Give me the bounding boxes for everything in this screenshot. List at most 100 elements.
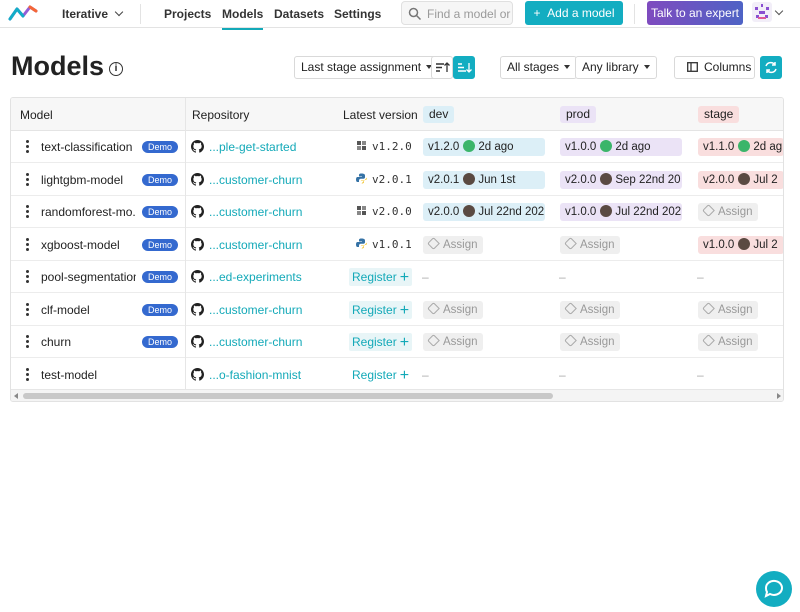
- sort-select[interactable]: Last stage assignment: [294, 56, 440, 79]
- assign-stage-dev-button[interactable]: Assign: [423, 300, 483, 319]
- row-menu-icon[interactable]: [26, 335, 29, 349]
- row-menu-icon[interactable]: [26, 205, 29, 219]
- latest-version[interactable]: v2.0.0: [372, 205, 412, 218]
- assigned-time: Sep 22nd 20: [615, 173, 681, 186]
- stage-version: v1.0.0: [703, 238, 735, 251]
- table-row[interactable]: lightgbm-model Demo ...customer-churn v2.0.…: [11, 164, 783, 196]
- caret-down-icon: [643, 65, 650, 69]
- repository-link[interactable]: ...ple-get-started: [209, 140, 296, 154]
- user-avatar-icon: [600, 172, 613, 185]
- refresh-button[interactable]: [760, 56, 782, 79]
- repository-link[interactable]: ...customer-churn: [209, 303, 302, 317]
- sort-ascending-button[interactable]: [431, 56, 453, 79]
- repository-link[interactable]: ...customer-churn: [209, 335, 302, 349]
- model-name[interactable]: randomforest-mo...: [41, 205, 136, 219]
- repository-link[interactable]: ...ed-experiments: [209, 270, 302, 284]
- nav-settings[interactable]: Settings: [334, 7, 381, 21]
- register-button[interactable]: Register +: [349, 300, 413, 319]
- register-button[interactable]: Register +: [349, 366, 412, 384]
- user-avatar[interactable]: [751, 1, 773, 23]
- assigned-time: 2d ago: [615, 141, 651, 153]
- scrollbar-thumb[interactable]: [23, 393, 553, 399]
- assign-stage-prod-button[interactable]: Assign: [560, 333, 620, 351]
- header-stage-prod[interactable]: prod: [560, 106, 597, 123]
- empty-cell: –: [422, 270, 429, 284]
- assign-stage-stage-button[interactable]: Assign: [698, 203, 758, 221]
- model-name[interactable]: clf-model: [41, 303, 136, 317]
- nav-datasets[interactable]: Datasets: [274, 7, 324, 21]
- model-name[interactable]: xgboost-model: [41, 238, 136, 252]
- stage-stage-assignment[interactable]: v1.1.0 2d ag: [698, 138, 783, 156]
- scroll-left-icon[interactable]: [14, 393, 18, 399]
- stage-prod-assignment[interactable]: v1.0.0 2d ago: [560, 138, 682, 156]
- assign-stage-prod-button[interactable]: Assign: [560, 235, 620, 254]
- assigned-time: Jul 2: [753, 173, 778, 186]
- org-switcher[interactable]: Iterative: [62, 7, 124, 21]
- assign-stage-stage-button[interactable]: Assign: [698, 333, 758, 351]
- register-button[interactable]: Register +: [349, 333, 413, 351]
- assign-stage-stage-button[interactable]: Assign: [698, 300, 758, 319]
- header-repository[interactable]: Repository: [192, 108, 249, 122]
- latest-version[interactable]: v1.0.1: [372, 238, 412, 251]
- scroll-right-icon[interactable]: [777, 393, 781, 399]
- library-filter[interactable]: Any library: [575, 56, 657, 79]
- repository-link[interactable]: ...customer-churn: [209, 205, 302, 219]
- row-menu-icon[interactable]: [26, 367, 29, 382]
- assign-label: Assign: [443, 336, 478, 348]
- row-menu-icon[interactable]: [26, 302, 29, 317]
- stage-dev-assignment[interactable]: v2.0.1 Jun 1st: [423, 170, 545, 189]
- row-menu-icon[interactable]: [26, 237, 29, 252]
- table-row[interactable]: text-classification Demo ...ple-get-starte…: [11, 131, 783, 163]
- iterative-logo-icon[interactable]: [8, 3, 38, 25]
- sort-descending-button[interactable]: [453, 56, 475, 79]
- repository-link[interactable]: ...o-fashion-mnist: [209, 368, 301, 382]
- assign-stage-dev-button[interactable]: Assign: [423, 235, 483, 254]
- columns-button[interactable]: Columns: [674, 56, 755, 79]
- table-row[interactable]: clf-model Demo ...customer-churn Register + A…: [11, 294, 783, 326]
- table-row[interactable]: churn Demo ...customer-churn Register + Assig…: [11, 326, 783, 358]
- horizontal-scrollbar[interactable]: [11, 389, 783, 401]
- divider: [140, 4, 141, 24]
- repository-link[interactable]: ...customer-churn: [209, 238, 302, 252]
- github-icon: [191, 270, 204, 283]
- table-row[interactable]: randomforest-mo... Demo ...customer-churn v…: [11, 196, 783, 228]
- stages-filter[interactable]: All stages: [500, 56, 578, 79]
- user-avatar-icon: [738, 140, 751, 152]
- talk-to-expert-button[interactable]: Talk to an expert: [647, 1, 743, 25]
- header-latest-version[interactable]: Latest version: [343, 108, 418, 122]
- latest-version[interactable]: v1.2.0: [372, 140, 412, 153]
- model-name[interactable]: test-model: [41, 368, 136, 382]
- nav-projects[interactable]: Projects: [164, 7, 211, 21]
- nav-models[interactable]: Models: [222, 7, 264, 30]
- model-name[interactable]: lightgbm-model: [41, 173, 136, 187]
- stage-dev-assignment[interactable]: v1.2.0 2d ago: [423, 138, 545, 156]
- assign-stage-dev-button[interactable]: Assign: [423, 333, 483, 351]
- chevron-down-icon[interactable]: [774, 6, 784, 16]
- repository-link[interactable]: ...customer-churn: [209, 173, 302, 187]
- stage-stage-assignment[interactable]: v1.0.0 Jul 2: [698, 235, 783, 254]
- library-filter-value: Any library: [582, 60, 639, 74]
- search-input[interactable]: Find a model or re: [401, 1, 513, 25]
- row-menu-icon[interactable]: [26, 172, 29, 187]
- table-row[interactable]: xgboost-model Demo ...customer-churn v1.0.1…: [11, 229, 783, 261]
- row-menu-icon[interactable]: [26, 270, 29, 284]
- model-name[interactable]: text-classification: [41, 140, 136, 154]
- stage-stage-assignment[interactable]: v2.0.0 Jul 2: [698, 170, 783, 189]
- table-row[interactable]: test-model ...o-fashion-mnist Register + – – –: [11, 359, 783, 391]
- model-name[interactable]: pool-segmentation: [41, 270, 136, 284]
- add-model-button[interactable]: + Add a model: [525, 1, 623, 25]
- row-menu-icon[interactable]: [26, 140, 29, 154]
- info-icon[interactable]: i: [109, 62, 123, 76]
- assign-stage-prod-button[interactable]: Assign: [560, 300, 620, 319]
- stage-dev-assignment[interactable]: v2.0.0 Jul 22nd 202: [423, 203, 545, 221]
- header-model[interactable]: Model: [20, 108, 53, 122]
- register-button[interactable]: Register +: [349, 268, 413, 286]
- chat-support-button[interactable]: [756, 571, 792, 607]
- header-stage-dev[interactable]: dev: [423, 106, 455, 123]
- latest-version[interactable]: v2.0.1: [372, 173, 412, 186]
- model-name[interactable]: churn: [41, 335, 136, 349]
- stage-prod-assignment[interactable]: v1.0.0 Jul 22nd 202: [560, 203, 682, 221]
- stage-prod-assignment[interactable]: v2.0.0 Sep 22nd 20: [560, 170, 682, 189]
- table-row[interactable]: pool-segmentation Demo ...ed-experiments Re…: [11, 261, 783, 293]
- header-stage-stage[interactable]: stage: [698, 106, 740, 123]
